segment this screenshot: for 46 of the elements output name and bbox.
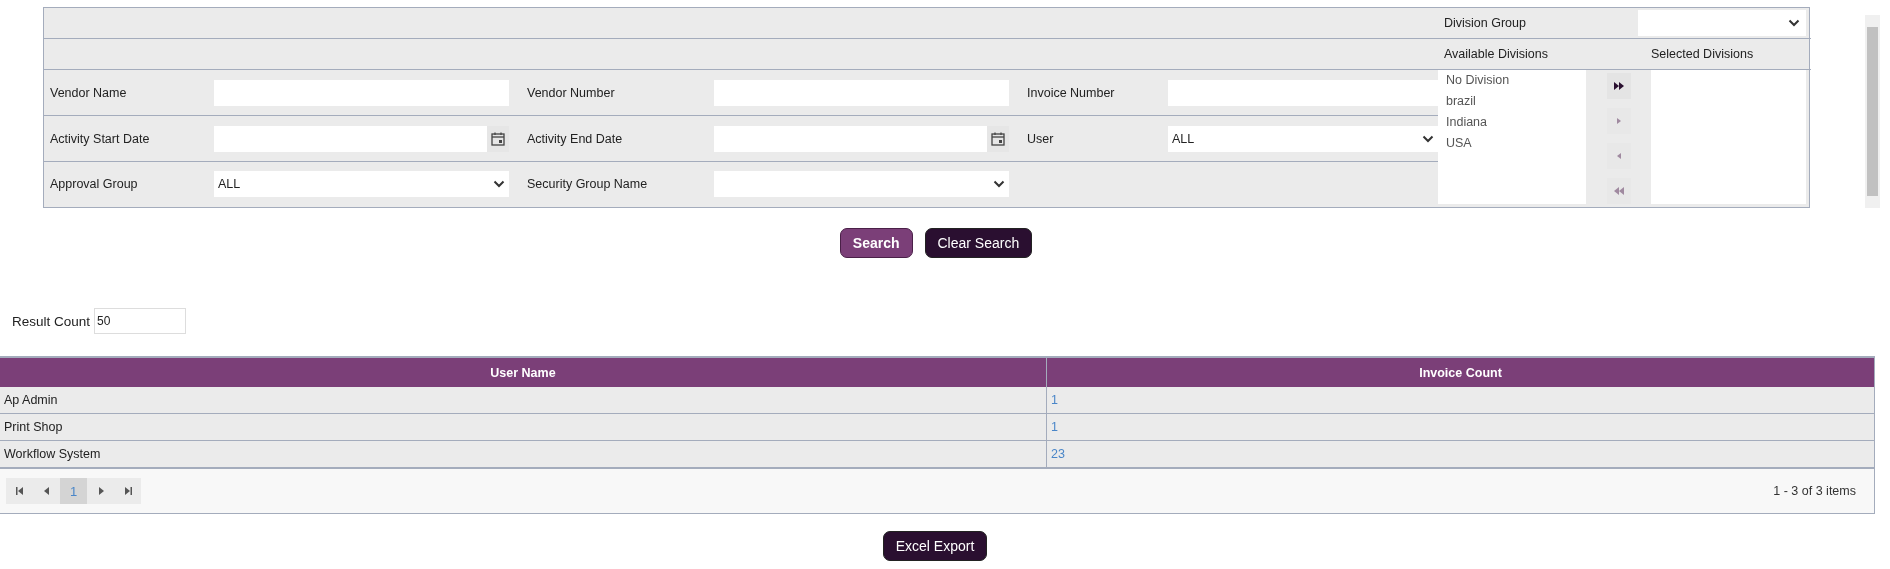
list-item[interactable]: No Division — [1446, 73, 1586, 87]
list-item[interactable]: Indiana — [1446, 115, 1586, 129]
date-field[interactable] — [214, 125, 509, 152]
column-header[interactable]: User Name — [0, 358, 1046, 387]
list-item[interactable]: USA — [1446, 136, 1586, 150]
skip-start-icon — [14, 486, 25, 496]
list-heading: Selected Divisions — [1651, 47, 1754, 61]
field-label: Activity End Date — [526, 131, 623, 146]
list-heading: Available Divisions — [1443, 47, 1548, 61]
selected-divisions-list[interactable] — [1651, 70, 1806, 204]
dropdown[interactable]: ALL — [1168, 125, 1438, 152]
table-cell: Workflow System — [0, 441, 1046, 468]
export-button[interactable]: Excel Export — [882, 531, 988, 561]
chevron-down-icon — [493, 180, 505, 188]
double-triangle-icon — [1613, 187, 1624, 195]
chevron-down-icon — [1422, 134, 1434, 143]
date-field[interactable] — [714, 125, 1009, 152]
chevron-down-icon — [993, 180, 1005, 188]
result-count-field[interactable]: 50 — [94, 308, 187, 334]
field-label: Activity Start Date — [49, 131, 150, 146]
calendar-icon[interactable] — [991, 131, 1005, 146]
dropdown[interactable] — [714, 171, 1009, 197]
dropdown[interactable]: ALL — [214, 171, 509, 197]
field-label: Division Group — [1443, 16, 1526, 30]
calendar-icon[interactable] — [491, 131, 505, 146]
list-item[interactable]: brazil — [1446, 94, 1586, 108]
chevron-down-icon — [1788, 19, 1800, 27]
double-triangle-icon — [1613, 82, 1624, 90]
field-label: Invoice Number — [1026, 85, 1115, 100]
search-button[interactable]: Search — [839, 228, 913, 258]
field-label: Approval Group — [49, 177, 138, 191]
transfer-button[interactable] — [1606, 73, 1631, 99]
field-label: Security Group Name — [526, 177, 648, 191]
table-cell: Print Shop — [0, 414, 1046, 441]
available-divisions-list[interactable]: No Division brazil Indiana USA — [1438, 70, 1586, 204]
scrollbar[interactable] — [1865, 15, 1880, 208]
field-label: Result Count — [12, 313, 91, 329]
field-label: User — [1026, 131, 1054, 146]
field-label: Vendor Number — [526, 85, 615, 100]
skip-end-icon — [122, 486, 133, 496]
dropdown[interactable] — [1638, 10, 1806, 36]
table-cell: Ap Admin — [0, 387, 1046, 414]
field-label: Vendor Name — [49, 85, 127, 100]
column-header[interactable]: Invoice Count — [1046, 358, 1874, 387]
pager-summary: 1 - 3 of 3 items — [1773, 484, 1856, 498]
clear-button[interactable]: Clear Search — [924, 228, 1033, 258]
